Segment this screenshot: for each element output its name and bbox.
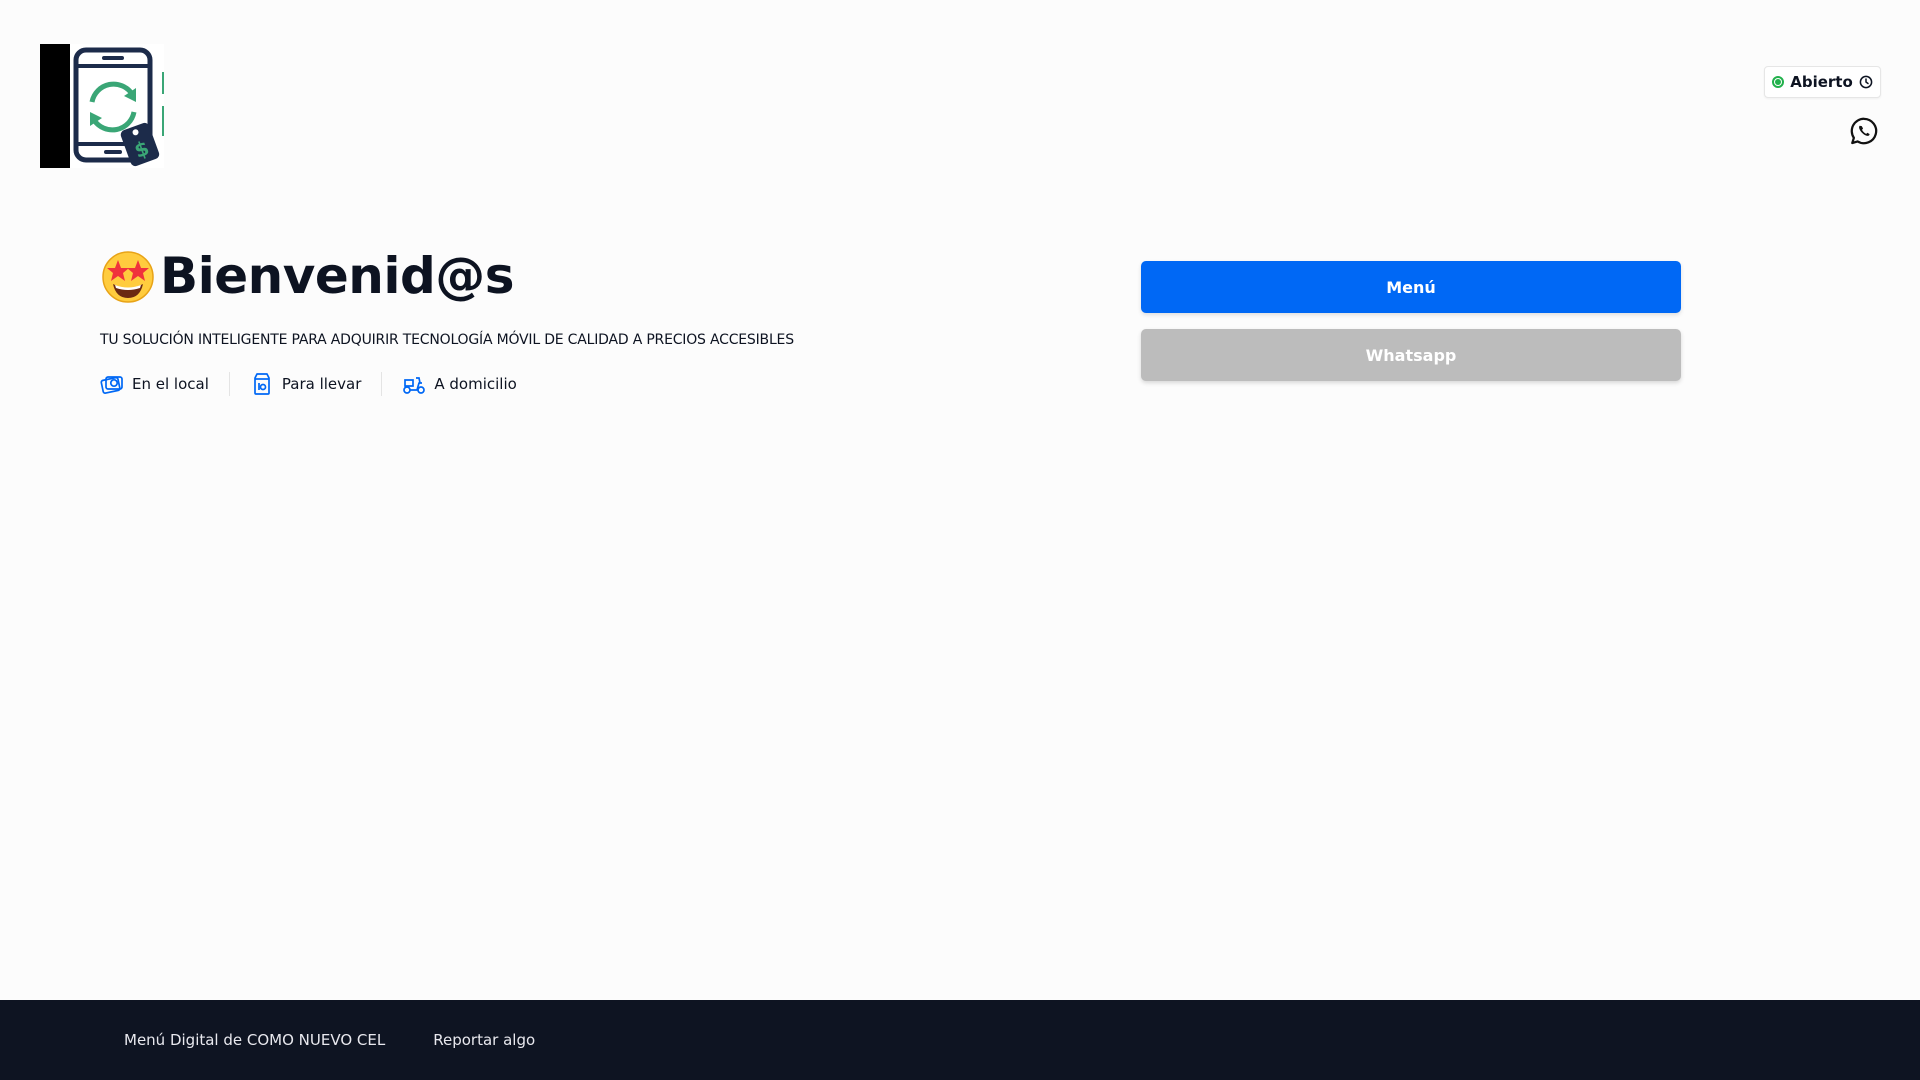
hero-subtitle: TU SOLUCIÓN INTELIGENTE PARA ADQUIRIR TE… [100, 332, 794, 348]
delivery-scooter-icon [403, 377, 426, 394]
service-options: En el local Para llevar A domicilio [100, 372, 1000, 396]
hero-section: Bienvenid@s TU SOLUCIÓN INTELIGENTE PARA… [100, 244, 1000, 396]
service-takeaway: Para llevar [228, 372, 382, 396]
open-status-dot-icon [1772, 76, 1785, 88]
star-struck-emoji-icon [102, 251, 154, 303]
takeaway-bag-icon [254, 373, 270, 395]
logo[interactable]: $ [40, 44, 164, 168]
page: $ Abierto Bienvenid@s TU SOLUCIÓN INTELI… [0, 0, 1920, 1080]
service-delivery: A domicilio [381, 372, 536, 396]
footer-link-report[interactable]: Reportar algo [433, 1031, 535, 1049]
footer-link-digital-menu[interactable]: Menú Digital de COMO NUEVO CEL [124, 1031, 385, 1049]
service-label: En el local [132, 375, 209, 393]
action-buttons: Menú Whatsapp [1141, 261, 1681, 381]
page-title-text: Bienvenid@s [160, 247, 515, 305]
dine-in-icon [100, 376, 123, 394]
whatsapp-button[interactable]: Whatsapp [1141, 329, 1681, 381]
clock-icon [1859, 75, 1873, 89]
menu-button[interactable]: Menú [1141, 261, 1681, 313]
service-label: A domicilio [434, 375, 517, 393]
status-label: Abierto [1790, 73, 1853, 91]
service-dine-in: En el local [100, 372, 229, 396]
whatsapp-icon[interactable] [1849, 116, 1879, 146]
footer: Menú Digital de COMO NUEVO CEL Reportar … [0, 1000, 1920, 1080]
status-badge[interactable]: Abierto [1764, 66, 1881, 98]
page-title: Bienvenid@s [100, 244, 1000, 308]
service-label: Para llevar [281, 375, 362, 393]
